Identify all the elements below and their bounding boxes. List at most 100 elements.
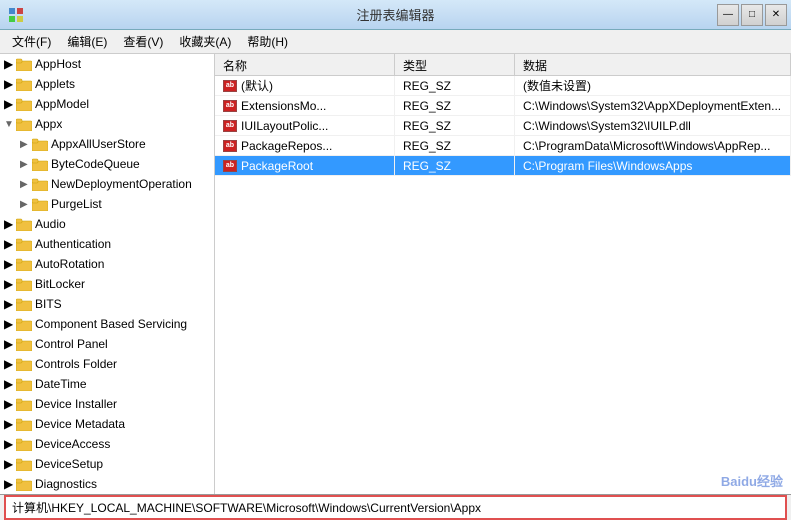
cell-type: REG_SZ bbox=[395, 96, 515, 115]
app-icon bbox=[8, 7, 24, 23]
expand-icon: ▶ bbox=[4, 257, 14, 271]
tree-item-label: AutoRotation bbox=[35, 257, 104, 271]
tree-item[interactable]: ▶ BITS bbox=[0, 294, 214, 314]
tree-item[interactable]: ▶ Device Metadata bbox=[0, 414, 214, 434]
menu-favorites[interactable]: 收藏夹(A) bbox=[171, 31, 239, 52]
expand-icon: ▶ bbox=[20, 139, 30, 150]
cell-data: (数值未设置) bbox=[515, 76, 791, 95]
cell-data: C:\Windows\System32\IUILP.dll bbox=[515, 116, 791, 135]
tree-item[interactable]: ▶ Authentication bbox=[0, 234, 214, 254]
tree-item[interactable]: ▶ BitLocker bbox=[0, 274, 214, 294]
expand-icon: ▶ bbox=[4, 237, 14, 251]
tree-item-label: BITS bbox=[35, 297, 62, 311]
reg-value-icon: ab bbox=[223, 120, 237, 132]
expand-icon: ▼ bbox=[4, 119, 14, 130]
tree-item[interactable]: ▶ Component Based Servicing bbox=[0, 314, 214, 334]
maximize-button[interactable]: □ bbox=[741, 4, 763, 26]
expand-icon: ▶ bbox=[4, 337, 14, 351]
table-row[interactable]: abPackageRoot REG_SZ C:\Program Files\Wi… bbox=[215, 156, 791, 176]
table-row[interactable]: abPackageRepos... REG_SZ C:\ProgramData\… bbox=[215, 136, 791, 156]
tree-item[interactable]: ▶ DeviceSetup bbox=[0, 454, 214, 474]
menu-help[interactable]: 帮助(H) bbox=[239, 31, 296, 52]
tree-item-label: Control Panel bbox=[35, 337, 108, 351]
reg-value-icon: ab bbox=[223, 80, 237, 92]
col-name: 名称 bbox=[215, 54, 395, 77]
tree-item[interactable]: ▶ AppModel bbox=[0, 94, 214, 114]
cell-data: C:\ProgramData\Microsoft\Windows\AppRep.… bbox=[515, 136, 791, 155]
tree-item-label: DeviceAccess bbox=[35, 437, 110, 451]
cell-name: abIUILayoutPolic... bbox=[215, 116, 395, 135]
tree-item-label: ByteCodeQueue bbox=[51, 157, 140, 171]
tree-item-label: AppxAllUserStore bbox=[51, 137, 146, 151]
tree-item-label: Diagnostics bbox=[35, 477, 97, 491]
tree-item[interactable]: ▶ ByteCodeQueue bbox=[0, 154, 214, 174]
expand-icon: ▶ bbox=[4, 277, 14, 291]
tree-item-label: Component Based Servicing bbox=[35, 317, 187, 331]
expand-icon: ▶ bbox=[4, 57, 14, 71]
tree-item-label: Controls Folder bbox=[35, 357, 117, 371]
tree-item[interactable]: ▶ DeviceAccess bbox=[0, 434, 214, 454]
tree-item[interactable]: ▶ AppxAllUserStore bbox=[0, 134, 214, 154]
tree-item-label: DateTime bbox=[35, 377, 87, 391]
expand-icon: ▶ bbox=[4, 417, 14, 431]
baidu-watermark: Baidu经验 bbox=[721, 471, 783, 490]
cell-name: abPackageRepos... bbox=[215, 136, 395, 155]
tree-item[interactable]: ▶ Applets bbox=[0, 74, 214, 94]
expand-icon: ▶ bbox=[4, 437, 14, 451]
expand-icon: ▶ bbox=[4, 457, 14, 471]
tree-item[interactable]: ▶ AutoRotation bbox=[0, 254, 214, 274]
tree-item-label: Audio bbox=[35, 217, 66, 231]
tree-item-label: NewDeploymentOperation bbox=[51, 177, 192, 191]
tree-item[interactable]: ▶ DateTime bbox=[0, 374, 214, 394]
expand-icon: ▶ bbox=[4, 397, 14, 411]
menu-edit[interactable]: 编辑(E) bbox=[59, 31, 115, 52]
expand-icon: ▶ bbox=[20, 179, 30, 190]
tree-item[interactable]: ▶ Device Installer bbox=[0, 394, 214, 414]
menu-file[interactable]: 文件(F) bbox=[4, 31, 59, 52]
cell-type: REG_SZ bbox=[395, 116, 515, 135]
reg-value-icon: ab bbox=[223, 160, 237, 172]
right-panel: 名称 类型 数据 ab(默认) REG_SZ (数值未设置) abExtensi… bbox=[215, 54, 791, 494]
cell-type: REG_SZ bbox=[395, 156, 515, 175]
cell-name: abExtensionsMo... bbox=[215, 96, 395, 115]
status-bar: 计算机\HKEY_LOCAL_MACHINE\SOFTWARE\Microsof… bbox=[0, 494, 791, 520]
tree-item[interactable]: ▶ Controls Folder bbox=[0, 354, 214, 374]
expand-icon: ▶ bbox=[4, 297, 14, 311]
table-row[interactable]: ab(默认) REG_SZ (数值未设置) bbox=[215, 76, 791, 96]
minimize-button[interactable]: — bbox=[717, 4, 739, 26]
status-path: 计算机\HKEY_LOCAL_MACHINE\SOFTWARE\Microsof… bbox=[4, 495, 787, 520]
table-row[interactable]: abExtensionsMo... REG_SZ C:\Windows\Syst… bbox=[215, 96, 791, 116]
left-panel[interactable]: ▶ AppHost▶ Applets▶ AppModel▼ Appx▶ Appx… bbox=[0, 54, 215, 494]
expand-icon: ▶ bbox=[4, 97, 14, 111]
col-type: 类型 bbox=[395, 54, 515, 77]
expand-icon: ▶ bbox=[4, 317, 14, 331]
menu-view[interactable]: 查看(V) bbox=[115, 31, 171, 52]
cell-name: abPackageRoot bbox=[215, 156, 395, 175]
table-row[interactable]: abIUILayoutPolic... REG_SZ C:\Windows\Sy… bbox=[215, 116, 791, 136]
table-body: ab(默认) REG_SZ (数值未设置) abExtensionsMo... … bbox=[215, 76, 791, 176]
expand-icon: ▶ bbox=[4, 357, 14, 371]
expand-icon: ▶ bbox=[4, 77, 14, 91]
main-content: ▶ AppHost▶ Applets▶ AppModel▼ Appx▶ Appx… bbox=[0, 54, 791, 494]
cell-data: C:\Windows\System32\AppXDeploymentExten.… bbox=[515, 96, 791, 115]
reg-value-icon: ab bbox=[223, 100, 237, 112]
expand-icon: ▶ bbox=[4, 377, 14, 391]
tree-item-label: Applets bbox=[35, 77, 75, 91]
cell-name: ab(默认) bbox=[215, 76, 395, 95]
tree-item[interactable]: ▶ Control Panel bbox=[0, 334, 214, 354]
tree-item-label: BitLocker bbox=[35, 277, 85, 291]
tree-item[interactable]: ▶ Diagnostics bbox=[0, 474, 214, 494]
tree-item[interactable]: ▶ NewDeploymentOperation bbox=[0, 174, 214, 194]
cell-type: REG_SZ bbox=[395, 76, 515, 95]
close-button[interactable]: ✕ bbox=[765, 4, 787, 26]
tree-item[interactable]: ▶ AppHost bbox=[0, 54, 214, 74]
tree-item-label: AppModel bbox=[35, 97, 89, 111]
tree-item[interactable]: ▼ Appx bbox=[0, 114, 214, 134]
tree-item-label: DeviceSetup bbox=[35, 457, 103, 471]
tree-item[interactable]: ▶ Audio bbox=[0, 214, 214, 234]
cell-data: C:\Program Files\WindowsApps bbox=[515, 156, 791, 175]
window-title: 注册表编辑器 bbox=[356, 5, 434, 24]
expand-icon: ▶ bbox=[20, 199, 30, 210]
tree-item[interactable]: ▶ PurgeList bbox=[0, 194, 214, 214]
cell-type: REG_SZ bbox=[395, 136, 515, 155]
